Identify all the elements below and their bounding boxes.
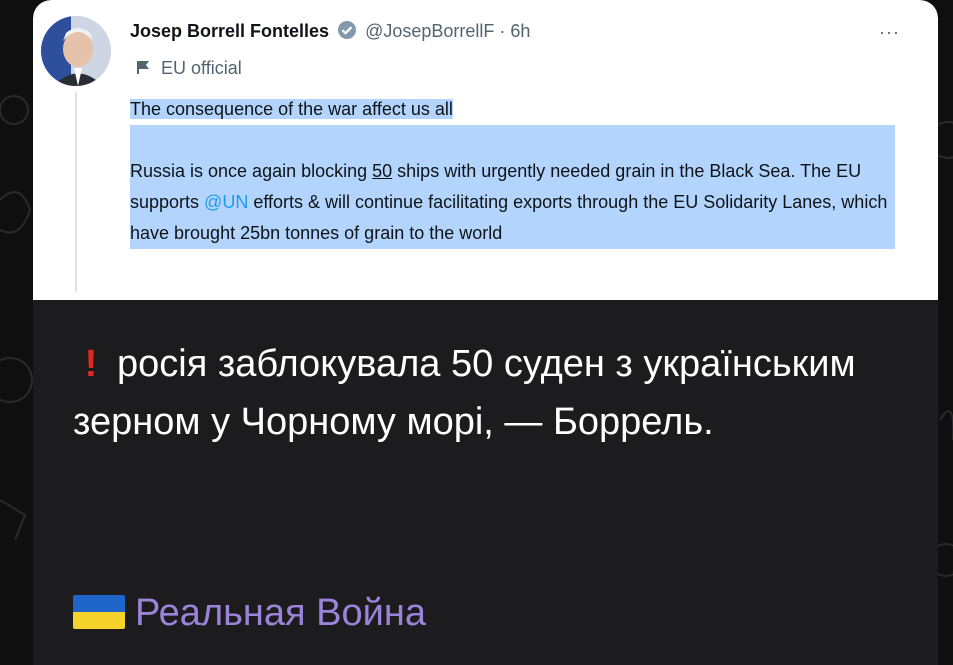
mention-link[interactable]: @UN <box>204 192 248 212</box>
verified-badge-icon <box>338 21 357 39</box>
more-options-icon[interactable]: ··· <box>879 22 900 43</box>
selection-gap <box>130 125 895 156</box>
author-handle-time[interactable]: @JosepBorrellF · 6h <box>365 21 530 41</box>
channel-name-link[interactable]: Реальная Война <box>135 592 426 634</box>
account-label-text: EU official <box>161 58 242 78</box>
flag-icon <box>137 61 149 74</box>
author-name[interactable]: Josep Borrell Fontelles <box>130 21 329 41</box>
exclamation-icon: ! <box>84 343 98 385</box>
thread-line <box>75 92 77 292</box>
tweet-text: The consequence of the war affect us all… <box>130 94 895 249</box>
avatar-portrait-icon <box>41 16 111 86</box>
ukraine-flag-icon <box>73 595 125 629</box>
message-card: Josep Borrell Fontelles @JosepBorrellF ·… <box>33 0 938 665</box>
tweet-text-part-a: Russia is once again blocking <box>130 161 373 181</box>
tweet-header: Josep Borrell Fontelles @JosepBorrellF ·… <box>130 20 530 42</box>
avatar <box>41 16 111 86</box>
channel-signature[interactable]: Реальная Война <box>73 592 426 635</box>
tweet-line-1: The consequence of the war affect us all <box>130 99 453 119</box>
message-body: росія заблокувала 50 суден з українським… <box>73 343 856 443</box>
tweet-number-50: 50 <box>372 161 393 181</box>
message-text: ! росія заблокувала 50 суден з українськи… <box>73 335 913 451</box>
account-label: EU official <box>136 58 242 79</box>
tweet-screenshot: Josep Borrell Fontelles @JosepBorrellF ·… <box>33 0 938 300</box>
tweet-paragraph-2: Russia is once again blocking 50 ships w… <box>130 156 895 249</box>
